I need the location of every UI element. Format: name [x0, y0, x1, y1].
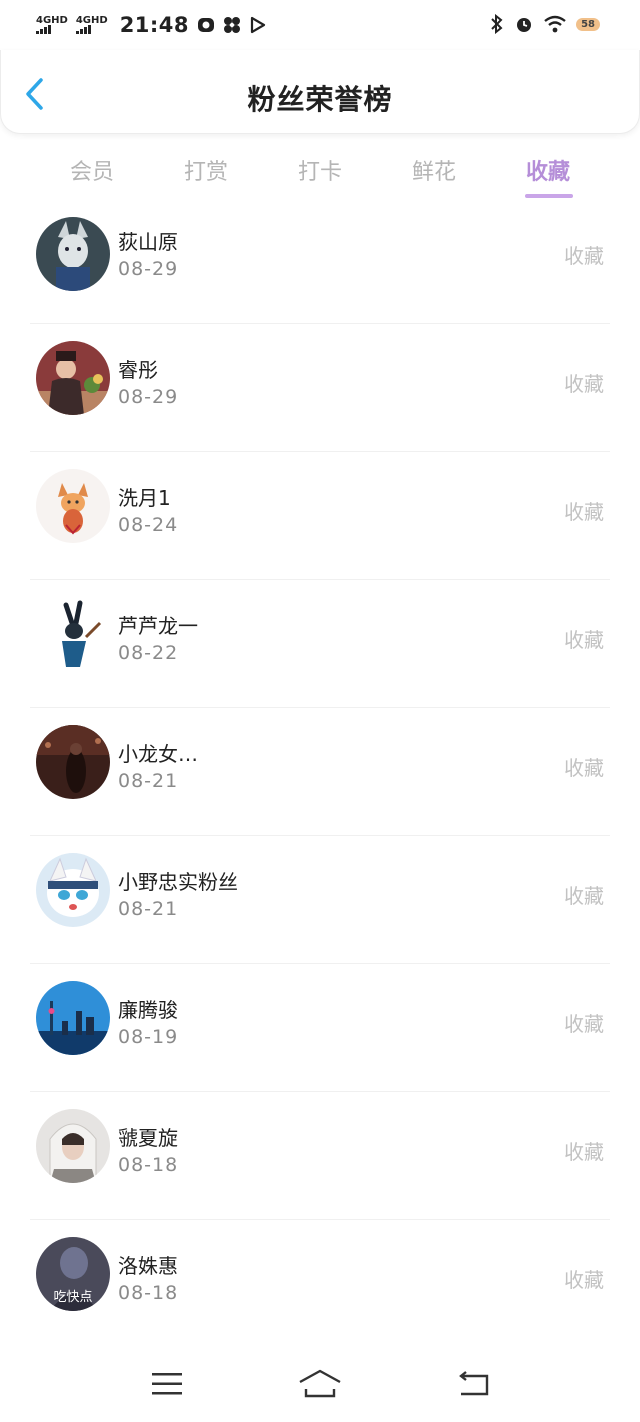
home-icon — [299, 1369, 341, 1398]
fan-date: 08-19 — [118, 1026, 179, 1048]
favorite-label: 收藏 — [564, 756, 604, 780]
tab-favorites[interactable]: 收藏 — [491, 146, 605, 206]
clock: 21:48 — [119, 13, 190, 37]
fan-name: 洛姝惠 — [118, 1254, 178, 1278]
network-type-1: 4GHD — [36, 15, 68, 26]
favorite-label: 收藏 — [564, 244, 604, 268]
fox-sticker-avatar-icon — [36, 469, 110, 543]
tab-checkin[interactable]: 打卡 — [263, 146, 377, 206]
favorite-label: 收藏 — [564, 884, 604, 908]
tab-member[interactable]: 会员 — [35, 146, 149, 206]
favorite-label: 收藏 — [564, 1140, 604, 1164]
tab-flowers-label: 鲜花 — [411, 160, 456, 185]
fan-name: 睿彤 — [118, 358, 158, 382]
status-bar: 4GHD 4GHD 21:48 58 — [0, 0, 640, 50]
favorite-label: 收藏 — [564, 372, 604, 396]
tab-tip[interactable]: 打赏 — [149, 146, 263, 206]
fan-name: 虢夏旋 — [118, 1126, 178, 1150]
status-left: 4GHD 4GHD 21:48 — [36, 13, 267, 37]
wifi-icon — [544, 15, 566, 33]
list-item[interactable]: 荻山原 08-29 收藏 — [30, 217, 610, 323]
dark-figure-avatar-icon: 吃快点 — [36, 1237, 110, 1311]
status-right: 58 — [489, 14, 600, 34]
fan-date: 08-21 — [118, 898, 179, 920]
wolf-avatar-icon — [36, 217, 110, 291]
favorite-label: 收藏 — [564, 500, 604, 524]
fan-date: 08-21 — [118, 770, 179, 792]
fan-name: 芦芦龙一 — [118, 614, 198, 638]
chat-bubble-icon — [198, 18, 215, 32]
play-icon — [250, 16, 266, 34]
battery-indicator: 58 — [576, 17, 600, 31]
list-item[interactable]: 睿彤 08-29 收藏 — [30, 323, 610, 451]
fan-date: 08-22 — [118, 642, 179, 664]
fan-name: 洗月1 — [118, 486, 171, 510]
list-item[interactable]: 芦芦龙一 08-22 收藏 — [30, 579, 610, 707]
rabbit-warrior-avatar-icon — [36, 597, 110, 671]
return-icon — [459, 1371, 489, 1396]
tab-favorites-label: 收藏 — [525, 160, 570, 185]
screen: 4GHD 4GHD 21:48 58 粉丝荣誉榜 会员 打赏 打卡 鲜花 收藏 … — [0, 0, 640, 1422]
fan-name: 小龙女… — [118, 742, 198, 766]
signal-bars-2-icon — [75, 25, 108, 34]
menu-button[interactable] — [145, 1366, 189, 1402]
favorite-label: 收藏 — [564, 1268, 604, 1292]
hooded-person-avatar-icon — [36, 1109, 110, 1183]
tab-checkin-label: 打卡 — [297, 160, 342, 185]
active-tab-indicator — [525, 194, 573, 198]
signal-2: 4GHD — [75, 15, 108, 34]
list-item[interactable]: 廉腾骏 08-19 收藏 — [30, 963, 610, 1091]
signal-1: 4GHD — [36, 16, 68, 34]
fan-date: 08-24 — [118, 514, 179, 536]
fan-date: 08-29 — [118, 258, 179, 280]
list-item[interactable]: 洗月1 08-24 收藏 — [30, 451, 610, 579]
fan-date: 08-18 — [118, 1154, 179, 1176]
avatar-caption: 吃快点 — [53, 1289, 92, 1305]
fan-date: 08-29 — [118, 386, 179, 408]
favorite-label: 收藏 — [564, 628, 604, 652]
header: 粉丝荣誉榜 — [0, 50, 640, 134]
tab-flowers[interactable]: 鲜花 — [377, 146, 491, 206]
list-item[interactable]: 小野忠实粉丝 08-21 收藏 — [30, 835, 610, 963]
fan-date: 08-18 — [118, 1282, 179, 1304]
tab-member-label: 会员 — [69, 160, 114, 185]
tab-bar: 会员 打赏 打卡 鲜花 收藏 — [0, 146, 640, 206]
list-item[interactable]: 小龙女… 08-21 收藏 — [30, 707, 610, 835]
system-nav-bar — [0, 1346, 640, 1422]
back-button[interactable] — [451, 1366, 495, 1402]
dark-scene-avatar-icon — [36, 725, 110, 799]
city-skyline-avatar-icon — [36, 981, 110, 1055]
fan-name: 廉腾骏 — [118, 998, 178, 1022]
bluetooth-icon — [491, 14, 503, 34]
home-button[interactable] — [298, 1366, 342, 1402]
person-plant-avatar-icon — [36, 341, 110, 415]
fan-name: 荻山原 — [118, 230, 178, 254]
fan-name: 小野忠实粉丝 — [118, 870, 238, 894]
list-item[interactable]: 吃快点 洛姝惠 08-18 收藏 — [30, 1219, 610, 1347]
cartoon-cat-avatar-icon — [36, 853, 110, 927]
list-item[interactable]: 虢夏旋 08-18 收藏 — [30, 1091, 610, 1219]
network-type-2: 4GHD — [75, 15, 108, 26]
signal-bars-1-icon — [36, 25, 68, 34]
page-title: 粉丝荣誉榜 — [247, 83, 393, 116]
tab-tip-label: 打赏 — [183, 160, 228, 185]
fan-list: 荻山原 08-29 收藏 睿彤 08-29 收藏 洗月1 08-24 收藏 芦芦… — [0, 217, 640, 1347]
menu-icon — [151, 1373, 182, 1395]
alarm-icon — [517, 18, 532, 32]
fan-icon — [224, 17, 241, 33]
favorite-label: 收藏 — [564, 1012, 604, 1036]
